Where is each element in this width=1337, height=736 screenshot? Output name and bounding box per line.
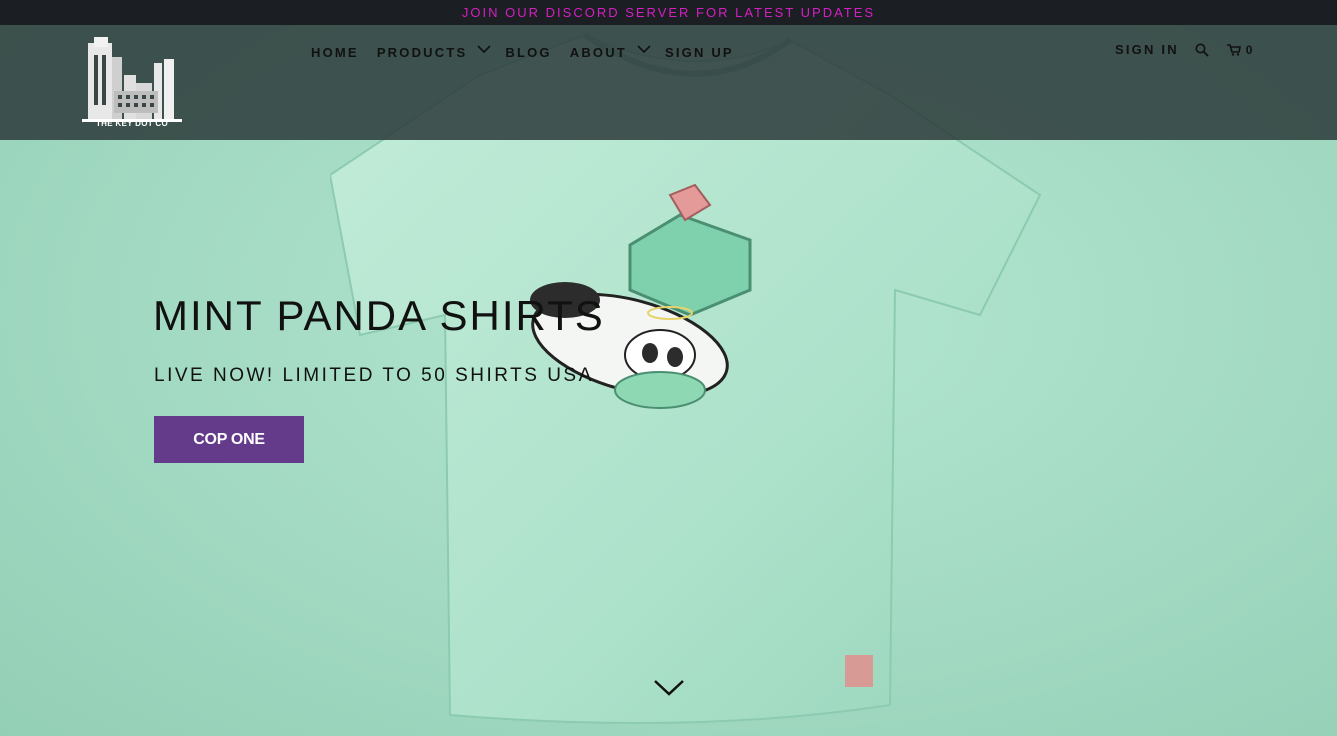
chevron-down-icon[interactable] (653, 678, 685, 698)
nav-blog[interactable]: BLOG (505, 42, 551, 62)
cart-count[interactable]: 0 (1246, 43, 1253, 57)
building-skyline-logo-icon[interactable] (80, 35, 184, 131)
announcement-text[interactable]: JOIN OUR DISCORD SERVER FOR LATEST UPDAT… (462, 5, 875, 20)
nav-products-label[interactable]: PRODUCTS (377, 45, 468, 60)
tag-badge (845, 655, 873, 687)
brand-name[interactable]: THE KEY DOT CO (80, 119, 184, 128)
chevron-down-icon[interactable] (477, 44, 491, 54)
search-icon[interactable] (1195, 43, 1209, 57)
hero-subtitle: LIVE NOW! LIMITED TO 50 SHIRTS USA (154, 365, 594, 386)
site-header: THE KEY DOT CO HOME PRODUCTS BLOG ABOUT … (0, 25, 1337, 140)
announcement-bar[interactable]: JOIN OUR DISCORD SERVER FOR LATEST UPDAT… (0, 0, 1337, 25)
nav-sign-up-label[interactable]: SIGN UP (665, 45, 734, 60)
chevron-down-icon[interactable] (637, 44, 651, 54)
nav-about[interactable]: ABOUT (570, 42, 651, 62)
nav-sign-up[interactable]: SIGN UP (665, 42, 734, 62)
main-nav: HOME PRODUCTS BLOG ABOUT SIGN UP (311, 42, 752, 62)
sign-in-link[interactable]: SIGN IN (1115, 42, 1179, 57)
nav-home-label[interactable]: HOME (311, 45, 359, 60)
nav-products[interactable]: PRODUCTS (377, 42, 491, 62)
account-nav: SIGN IN 0 (1115, 42, 1270, 57)
cart-button[interactable]: 0 (1226, 43, 1253, 57)
cop-one-button[interactable]: COP ONE (154, 416, 304, 463)
cart-icon[interactable] (1226, 43, 1241, 56)
hero-title: MINT PANDA SHIRTS (153, 292, 605, 339)
nav-blog-label[interactable]: BLOG (505, 45, 551, 60)
nav-about-label[interactable]: ABOUT (570, 45, 627, 60)
nav-home[interactable]: HOME (311, 42, 359, 62)
